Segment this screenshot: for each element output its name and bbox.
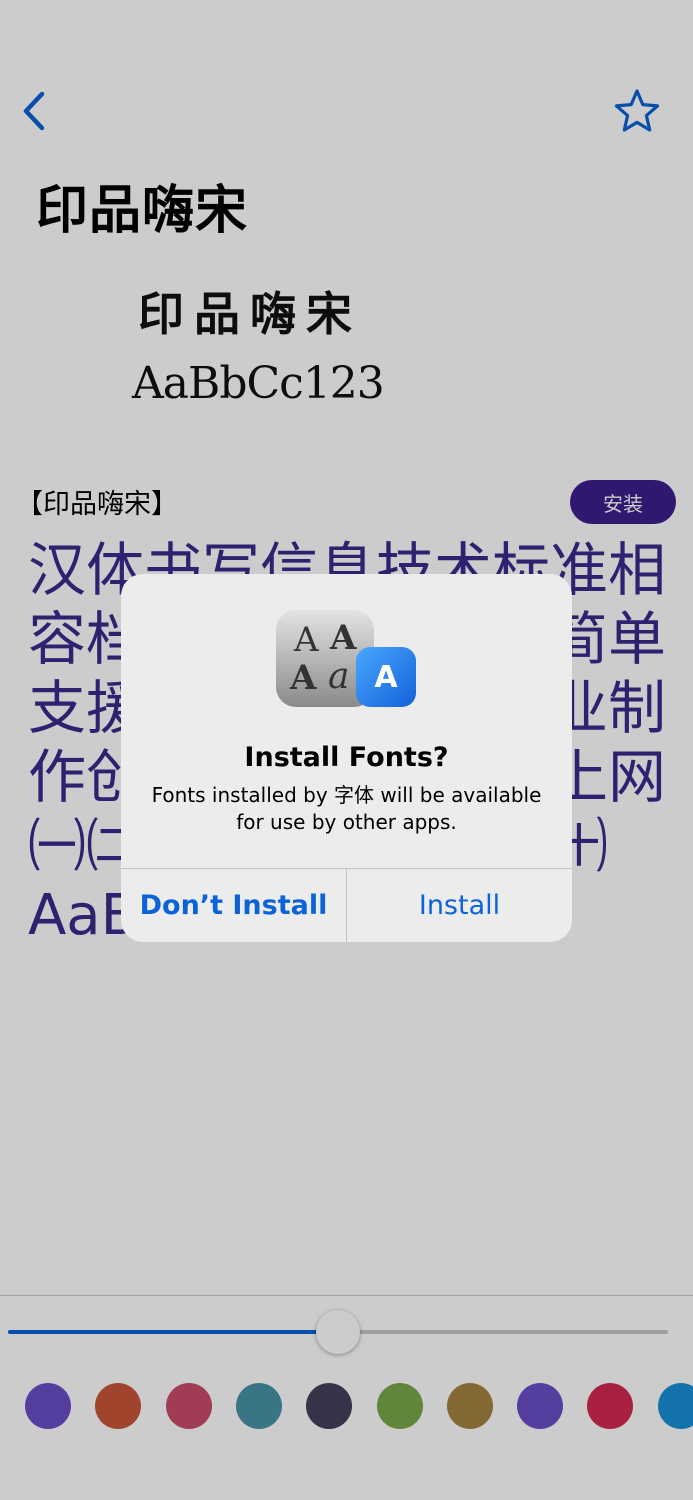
install-confirm-button[interactable]: Install xyxy=(347,869,572,942)
alert-title: Install Fonts? xyxy=(244,742,449,773)
alert-message: Fonts installed by 字体 will be available … xyxy=(151,783,542,834)
dont-install-button[interactable]: Don’t Install xyxy=(121,869,346,942)
install-fonts-alert: A A A a A Install Fonts? Fonts installed… xyxy=(121,574,572,942)
fonts-app-icon: A A A a A xyxy=(276,610,418,710)
app-badge-icon: A xyxy=(356,647,416,707)
